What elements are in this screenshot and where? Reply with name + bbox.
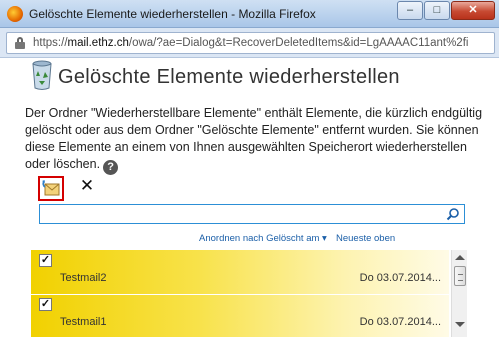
item-subject: Testmail1 xyxy=(60,316,107,328)
sort-order-link[interactable]: Neueste oben xyxy=(336,233,395,244)
url-scheme: https:// xyxy=(33,37,68,49)
window-titlebar[interactable]: Gelöschte Elemente wiederherstellen - Mo… xyxy=(0,0,499,28)
url-host: mail.ethz.ch xyxy=(67,37,129,49)
item-subject: Testmail2 xyxy=(60,272,107,284)
search-icon[interactable] xyxy=(446,207,460,221)
scroll-up-icon[interactable] xyxy=(455,255,465,260)
list-scrollbar[interactable] xyxy=(451,250,467,337)
window-title: Gelöschte Elemente wiederherstellen - Mo… xyxy=(29,7,316,21)
page-title: Gelöschte Elemente wiederherstellen xyxy=(58,66,400,88)
maximize-button[interactable]: □ xyxy=(424,1,450,20)
address-bar: https://mail.ethz.ch/owa/?ae=Dialog&t=Re… xyxy=(0,28,499,58)
lock-icon xyxy=(15,37,25,49)
description-body: Der Ordner "Wiederherstellbare Elemente"… xyxy=(25,106,483,171)
firefox-icon xyxy=(7,6,23,22)
url-field[interactable]: https://mail.ethz.ch/owa/?ae=Dialog&t=Re… xyxy=(6,32,495,54)
restore-icon xyxy=(42,180,60,196)
delete-icon[interactable]: ✕ xyxy=(79,176,95,196)
deleted-items-list: ✓ Testmail2 Do 03.07.2014... ✓ Testmail1… xyxy=(31,250,468,337)
item-date: Do 03.07.2014... xyxy=(359,316,441,328)
scroll-thumb[interactable] xyxy=(454,266,466,286)
close-window-button[interactable]: ✕ xyxy=(451,1,495,20)
item-date: Do 03.07.2014... xyxy=(359,272,441,284)
url-path: /owa/?ae=Dialog&t=RecoverDeletedItems&id… xyxy=(128,37,469,49)
url-text: https://mail.ethz.ch/owa/?ae=Dialog&t=Re… xyxy=(33,37,488,49)
help-icon[interactable]: ? xyxy=(103,160,119,175)
sort-by-link[interactable]: Anordnen nach Gelöscht am ▾ xyxy=(199,233,327,244)
description-text: Der Ordner "Wiederherstellbare Elemente"… xyxy=(25,105,485,175)
restore-button[interactable] xyxy=(38,176,64,201)
item-checkbox[interactable]: ✓ xyxy=(39,254,52,267)
list-item[interactable]: ✓ Testmail1 Do 03.07.2014... xyxy=(31,295,449,337)
search-input[interactable] xyxy=(39,204,465,224)
sort-bar: Anordnen nach Gelöscht am ▾ Neueste oben xyxy=(31,230,466,248)
minimize-button[interactable]: – xyxy=(397,1,423,20)
item-checkbox[interactable]: ✓ xyxy=(39,298,52,311)
recycle-bin-icon xyxy=(32,60,52,90)
scroll-down-icon[interactable] xyxy=(455,322,465,327)
